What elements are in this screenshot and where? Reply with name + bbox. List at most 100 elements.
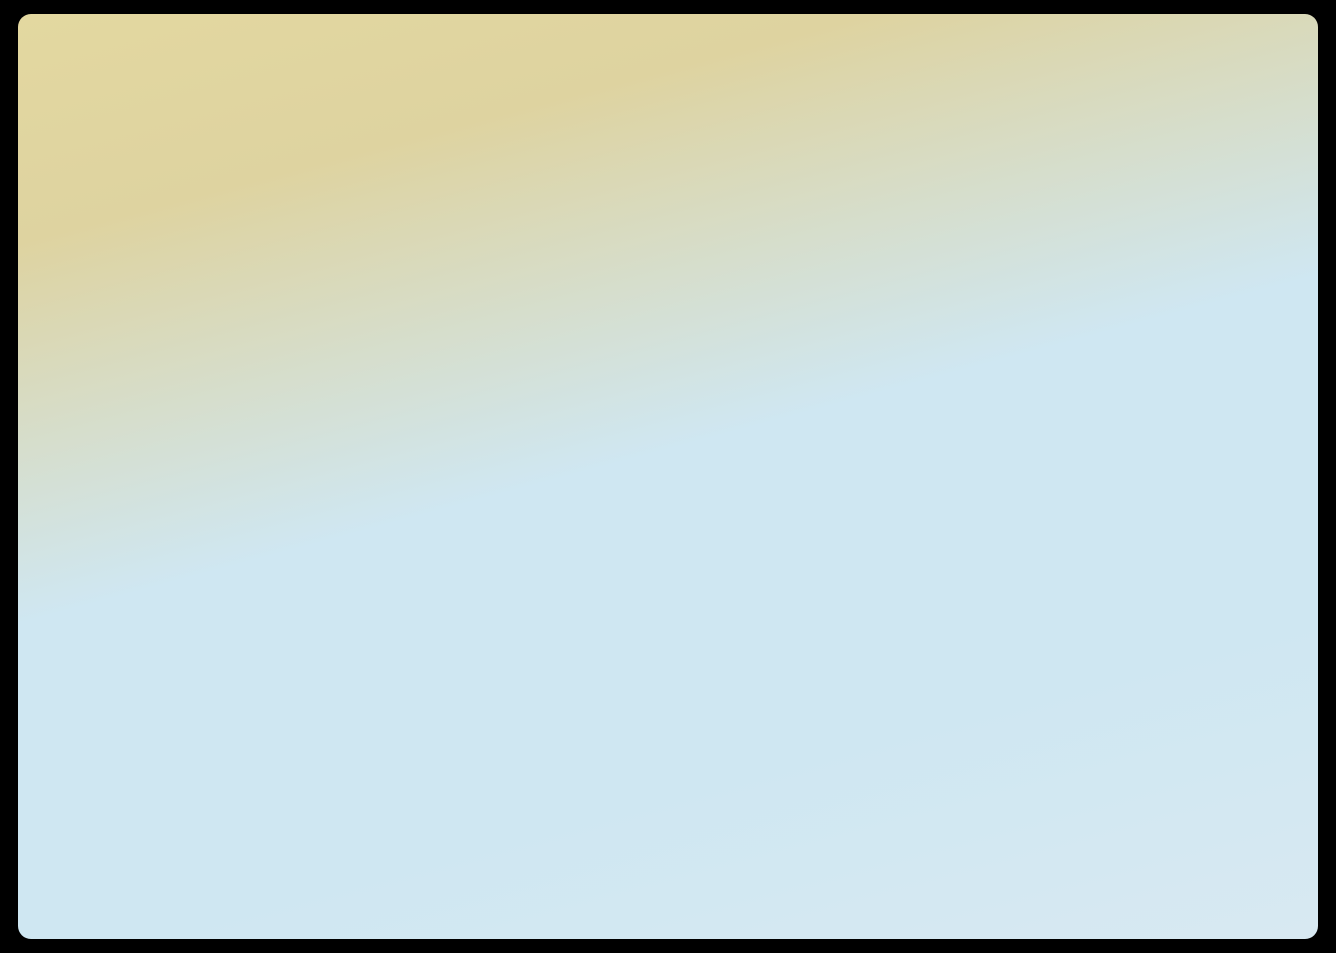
tabgui-item-label: Render bbox=[40, 149, 103, 170]
screenshot-root: Rise5.3 | Combat Movement Player Render Ghost… bbox=[0, 0, 1336, 953]
tab-gui[interactable]: | Combat Movement Player Render Ghost Other Scr… bbox=[32, 71, 156, 250]
nav-item-label: Movement bbox=[396, 289, 476, 308]
tabgui-item-label: Other bbox=[40, 197, 88, 218]
heart-empty bbox=[669, 921, 686, 935]
brightness-icon bbox=[369, 370, 387, 388]
tabgui-item-label: Scripts bbox=[40, 221, 99, 242]
module-row[interactable]: LongJump bbox=[510, 676, 986, 716]
nav-item-label: Other bbox=[396, 449, 439, 468]
toggle-knob bbox=[943, 236, 962, 256]
toggle-knob bbox=[943, 686, 962, 706]
tabgui-selection-caret: | bbox=[32, 77, 38, 98]
nav-item-label: Configs bbox=[396, 569, 454, 588]
hunger-icon bbox=[741, 921, 758, 935]
tabgui-item-movement[interactable]: Movement bbox=[32, 100, 156, 124]
module-row[interactable]: No0.03 bbox=[510, 426, 986, 466]
module-name: Speed bbox=[525, 386, 575, 405]
key-space: SPACE bbox=[52, 412, 246, 465]
module-row[interactable]: Jesus bbox=[510, 526, 986, 566]
tabgui-item-other[interactable]: Other bbox=[32, 196, 156, 220]
module-toggle[interactable] bbox=[943, 436, 974, 456]
toggle-knob bbox=[943, 336, 962, 356]
nav-item-movement[interactable]: Movement bbox=[358, 279, 498, 319]
arraylist-item: ChatBypass bbox=[1186, 70, 1300, 93]
crossed-swords-icon bbox=[369, 250, 387, 268]
nav-item-store[interactable]: Store bbox=[358, 519, 498, 559]
category-header: Movement bbox=[516, 200, 596, 219]
module-list[interactable]: Sprint Sneak Fly Speed No0.03 Strafe Jesus NoSl… bbox=[498, 226, 998, 716]
arraylist-item: AutoTool bbox=[1218, 95, 1300, 118]
module-toggle[interactable] bbox=[943, 336, 974, 356]
module-arraylist: AutoAuthme ChatBypass AutoTool Disabler bbox=[1184, 44, 1300, 144]
module-toggle[interactable] bbox=[943, 686, 974, 706]
clickgui-panel[interactable]: Rise Combat Movement Player Render Ghost Othe… bbox=[358, 188, 998, 716]
module-toggle[interactable] bbox=[943, 486, 974, 506]
nav-item-label: Combat bbox=[396, 249, 456, 268]
module-row[interactable]: NoSlow bbox=[510, 576, 986, 616]
module-toggle[interactable] bbox=[943, 286, 974, 306]
clickgui-content: Movement Sprint Sneak Fly Speed No0.03 Strafe… bbox=[498, 188, 998, 716]
arraylist-item: AutoAuthme bbox=[1184, 45, 1300, 68]
module-toggle[interactable] bbox=[943, 536, 974, 556]
tabgui-item-ghost[interactable]: Ghost bbox=[32, 172, 156, 196]
toggle-knob bbox=[943, 286, 962, 306]
heart-empty bbox=[615, 921, 632, 935]
clickgui-nav[interactable]: Combat Movement Player Render Ghost Other Scri… bbox=[358, 239, 498, 639]
heart-full bbox=[543, 921, 560, 935]
tabgui-item-combat[interactable]: | Combat bbox=[32, 76, 156, 100]
nav-item-label: Store bbox=[396, 529, 437, 548]
hunger-icon bbox=[777, 921, 794, 935]
module-toggle[interactable] bbox=[943, 586, 974, 606]
nav-item-other[interactable]: Other bbox=[358, 439, 498, 479]
toggle-knob bbox=[943, 436, 962, 456]
module-row[interactable]: PathTeleport bbox=[510, 626, 986, 666]
mana-text: 22/22 маны bbox=[727, 783, 839, 805]
nav-item-render[interactable]: Render bbox=[358, 359, 498, 399]
tabgui-item-scripts[interactable]: Scripts bbox=[32, 220, 156, 244]
module-name: Strafe bbox=[525, 486, 571, 505]
nav-item-player[interactable]: Player bbox=[358, 319, 498, 359]
nav-item-ghost[interactable]: Ghost bbox=[358, 399, 498, 439]
nav-item-statistics[interactable]: i Statistics bbox=[358, 599, 498, 639]
clickgui-sidebar: Rise Combat Movement Player Render Ghost Othe… bbox=[358, 188, 498, 716]
dirt-block-image bbox=[986, 655, 1236, 935]
module-row[interactable]: Speed bbox=[510, 376, 986, 416]
clickgui-title: Rise bbox=[398, 198, 457, 230]
module-row[interactable]: Strafe bbox=[510, 476, 986, 516]
key-s: S bbox=[120, 343, 178, 401]
key-a-label: A bbox=[75, 362, 87, 381]
heart-full bbox=[525, 921, 542, 935]
info-letter-icon: i bbox=[376, 610, 380, 628]
module-toggle[interactable] bbox=[943, 236, 974, 256]
nav-item-label: Statistics bbox=[396, 609, 465, 628]
module-row[interactable]: Sneak bbox=[510, 276, 986, 316]
tabgui-item-label: Ghost bbox=[40, 173, 91, 194]
nav-item-scripts[interactable]: Scripts bbox=[358, 479, 498, 519]
module-toggle[interactable] bbox=[943, 386, 974, 406]
key-space-label: SPACE bbox=[114, 427, 183, 449]
heart-full bbox=[507, 921, 524, 935]
module-toggle[interactable] bbox=[943, 636, 974, 656]
nav-item-combat[interactable]: Combat bbox=[358, 239, 498, 279]
nav-item-label: Render bbox=[396, 369, 452, 388]
key-s-label: S bbox=[143, 362, 155, 381]
nav-item-label: Scripts bbox=[396, 489, 448, 508]
dots-circle-icon bbox=[369, 450, 387, 468]
tabgui-item-label: Player bbox=[40, 125, 94, 146]
tabgui-item-player[interactable]: Player bbox=[32, 124, 156, 148]
hunger-icon bbox=[849, 921, 866, 935]
module-name: Jesus bbox=[525, 536, 570, 555]
toggle-knob bbox=[943, 386, 962, 406]
top-left-hud: Rise5.3 | Combat Movement Player Render Ghost… bbox=[32, 28, 156, 250]
module-name: LongJump bbox=[525, 686, 605, 705]
heart-full bbox=[579, 921, 596, 935]
key-w-label: W bbox=[140, 293, 158, 312]
module-row[interactable]: Sprint bbox=[510, 226, 986, 266]
module-name: No0.03 bbox=[525, 436, 580, 455]
nav-item-configs[interactable]: Configs bbox=[358, 559, 498, 599]
hunger-icon bbox=[831, 921, 848, 935]
module-row[interactable]: Fly bbox=[510, 326, 986, 366]
toggle-knob bbox=[943, 636, 962, 656]
hunger-icon bbox=[723, 921, 740, 935]
tabgui-item-render[interactable]: Render bbox=[32, 148, 156, 172]
